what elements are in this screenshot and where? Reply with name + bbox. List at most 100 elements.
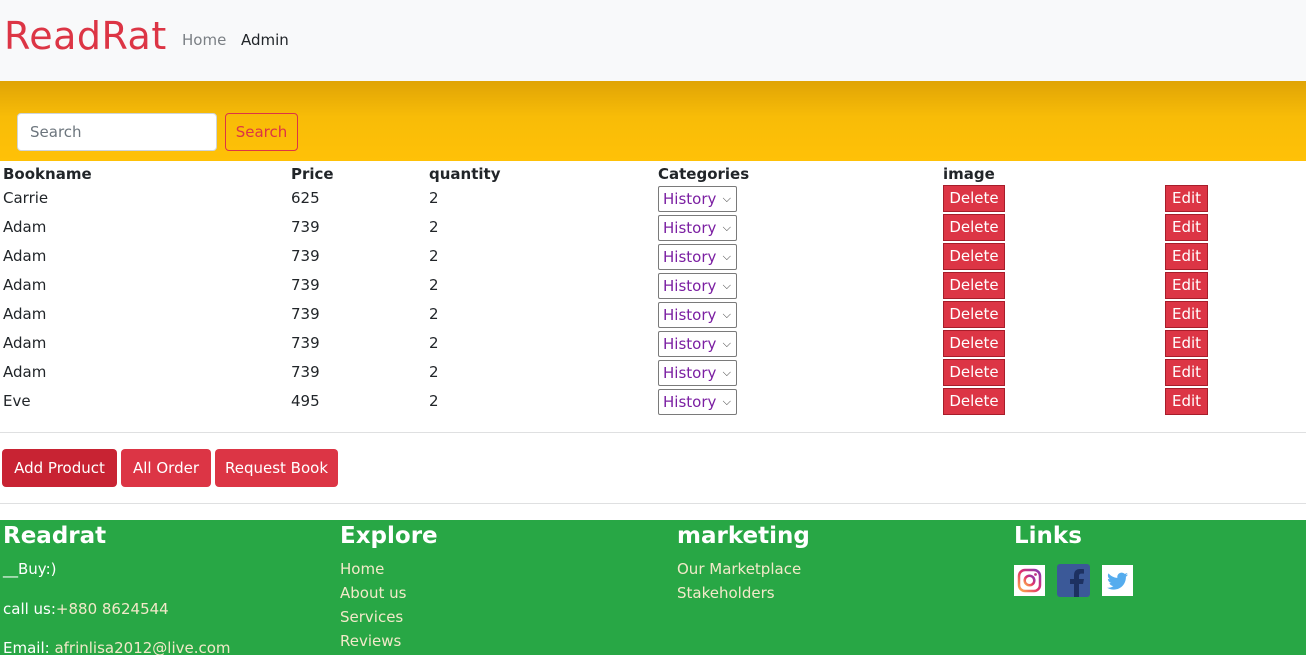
footer-link-reviews[interactable]: Reviews	[340, 632, 401, 650]
cell-price: 739	[291, 305, 320, 323]
footer-link-home[interactable]: Home	[340, 560, 384, 578]
divider	[0, 503, 1306, 504]
edit-button[interactable]: Edit	[1165, 330, 1208, 357]
edit-button[interactable]: Edit	[1165, 388, 1208, 415]
cell-quantity: 2	[429, 363, 439, 381]
header-bookname: Bookname	[3, 165, 92, 183]
call-label: call us:	[3, 600, 56, 618]
chevron-down-icon: ⌵	[722, 250, 731, 263]
cell-bookname: Adam	[3, 334, 47, 352]
category-select[interactable]: History ⌵	[658, 389, 737, 415]
delete-button[interactable]: Delete	[943, 388, 1005, 415]
category-select[interactable]: History ⌵	[658, 302, 737, 328]
all-order-button[interactable]: All Order	[121, 449, 211, 487]
table-row: Adam 739 2 History ⌵ Delete Edit	[0, 359, 1306, 388]
footer-tagline: __Buy:)	[3, 560, 57, 578]
footer-call: call us:+880 8624544	[3, 600, 169, 618]
cell-quantity: 2	[429, 392, 439, 410]
search-button[interactable]: Search	[225, 113, 298, 151]
category-select[interactable]: History ⌵	[658, 186, 737, 212]
nav-home-link[interactable]: Home	[182, 31, 226, 49]
chevron-down-icon: ⌵	[722, 395, 731, 408]
chevron-down-icon: ⌵	[722, 337, 731, 350]
footer-link-services[interactable]: Services	[340, 608, 403, 626]
cell-price: 739	[291, 218, 320, 236]
chevron-down-icon: ⌵	[722, 366, 731, 379]
cell-bookname: Adam	[3, 218, 47, 236]
email-link[interactable]: afrinlisa2012@live.com	[54, 639, 230, 655]
table-row: Adam 739 2 History ⌵ Delete Edit	[0, 301, 1306, 330]
cell-price: 625	[291, 189, 320, 207]
divider	[0, 432, 1306, 433]
cell-quantity: 2	[429, 334, 439, 352]
search-input[interactable]	[17, 113, 217, 151]
category-value: History	[663, 306, 717, 324]
category-select[interactable]: History ⌵	[658, 331, 737, 357]
category-select[interactable]: History ⌵	[658, 244, 737, 270]
nav-admin-link[interactable]: Admin	[241, 31, 289, 49]
twitter-icon[interactable]	[1102, 565, 1133, 596]
delete-button[interactable]: Delete	[943, 330, 1005, 357]
footer-heading-explore: Explore	[340, 523, 438, 549]
edit-button[interactable]: Edit	[1165, 301, 1208, 328]
cell-bookname: Carrie	[3, 189, 49, 207]
footer-link-marketplace[interactable]: Our Marketplace	[677, 560, 801, 578]
category-value: History	[663, 335, 717, 353]
footer-link-about[interactable]: About us	[340, 584, 406, 602]
delete-button[interactable]: Delete	[943, 359, 1005, 386]
navbar: ReadRat Home Admin	[0, 0, 1306, 81]
category-select[interactable]: History ⌵	[658, 360, 737, 386]
footer: Readrat __Buy:) call us:+880 8624544 Ema…	[0, 520, 1306, 655]
delete-button[interactable]: Delete	[943, 301, 1005, 328]
cell-bookname: Adam	[3, 247, 47, 265]
delete-button[interactable]: Delete	[943, 272, 1005, 299]
table-row: Adam 739 2 History ⌵ Delete Edit	[0, 272, 1306, 301]
footer-email: Email: afrinlisa2012@live.com	[3, 639, 231, 655]
delete-button[interactable]: Delete	[943, 185, 1005, 212]
category-value: History	[663, 277, 717, 295]
phone-link[interactable]: +880 8624544	[56, 600, 169, 618]
request-book-button[interactable]: Request Book	[215, 449, 338, 487]
delete-button[interactable]: Delete	[943, 214, 1005, 241]
cell-price: 739	[291, 363, 320, 381]
chevron-down-icon: ⌵	[722, 221, 731, 234]
category-value: History	[663, 219, 717, 237]
cell-price: 739	[291, 247, 320, 265]
facebook-icon[interactable]	[1057, 564, 1090, 597]
category-select[interactable]: History ⌵	[658, 273, 737, 299]
table-row: Adam 739 2 History ⌵ Delete Edit	[0, 214, 1306, 243]
header-price: Price	[291, 165, 334, 183]
cell-bookname: Adam	[3, 305, 47, 323]
edit-button[interactable]: Edit	[1165, 214, 1208, 241]
delete-button[interactable]: Delete	[943, 243, 1005, 270]
chevron-down-icon: ⌵	[722, 192, 731, 205]
footer-heading-readrat: Readrat	[3, 523, 107, 549]
table-row: Eve 495 2 History ⌵ Delete Edit	[0, 388, 1306, 417]
chevron-down-icon: ⌵	[722, 279, 731, 292]
category-value: History	[663, 190, 717, 208]
email-label: Email:	[3, 639, 55, 655]
edit-button[interactable]: Edit	[1165, 359, 1208, 386]
cell-bookname: Eve	[3, 392, 31, 410]
chevron-down-icon: ⌵	[722, 308, 731, 321]
category-value: History	[663, 248, 717, 266]
footer-link-stakeholders[interactable]: Stakeholders	[677, 584, 775, 602]
cell-price: 495	[291, 392, 320, 410]
table-row: Carrie 625 2 History ⌵ Delete Edit	[0, 185, 1306, 214]
table-row: Adam 739 2 History ⌵ Delete Edit	[0, 243, 1306, 272]
instagram-icon[interactable]	[1014, 565, 1045, 596]
cell-price: 739	[291, 276, 320, 294]
footer-heading-links: Links	[1014, 523, 1082, 549]
brand-logo[interactable]: ReadRat	[4, 14, 167, 58]
cell-quantity: 2	[429, 276, 439, 294]
header-image: image	[943, 165, 995, 183]
category-select[interactable]: History ⌵	[658, 215, 737, 241]
edit-button[interactable]: Edit	[1165, 243, 1208, 270]
edit-button[interactable]: Edit	[1165, 185, 1208, 212]
cell-quantity: 2	[429, 189, 439, 207]
edit-button[interactable]: Edit	[1165, 272, 1208, 299]
table-row: Adam 739 2 History ⌵ Delete Edit	[0, 330, 1306, 359]
add-product-button[interactable]: Add Product	[2, 449, 117, 487]
category-value: History	[663, 364, 717, 382]
search-bar: Search	[0, 81, 1306, 161]
